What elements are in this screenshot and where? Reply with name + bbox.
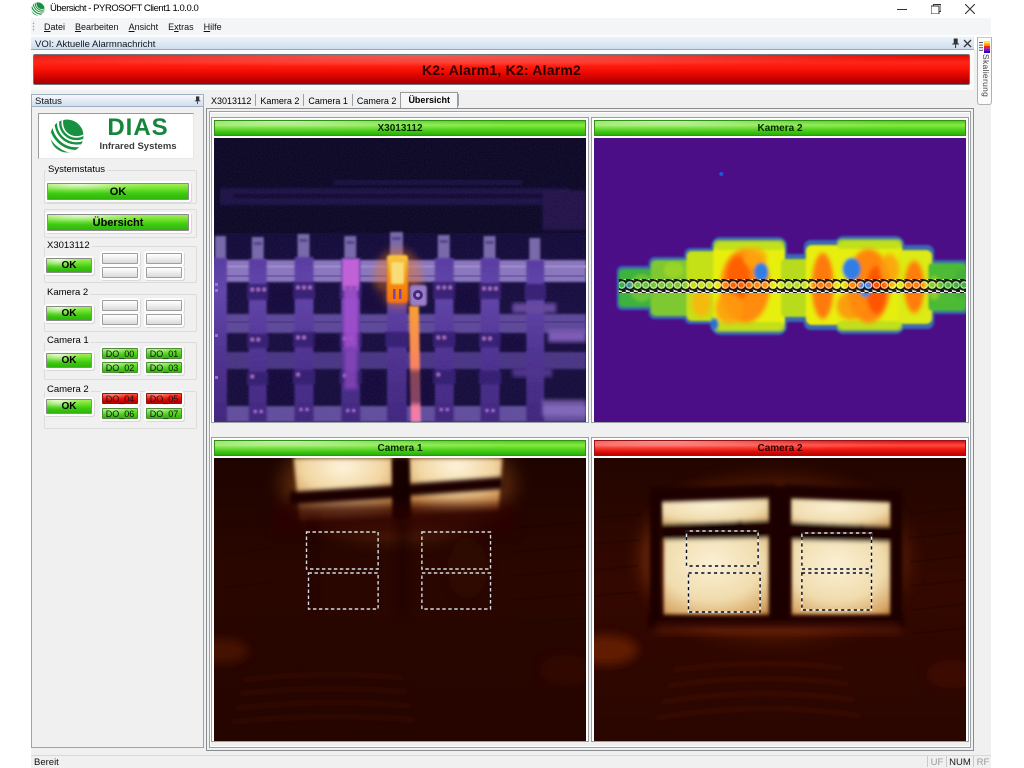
camera2-ok-label: OK (62, 401, 77, 412)
kamera2-ok-button[interactable]: OK (46, 306, 92, 321)
menu-bearbeiten[interactable]: Bearbeiten (70, 21, 124, 33)
dias-logo-text: DIAS (86, 115, 190, 141)
application-window: Übersicht - PYROSOFT Client1 1.0.0.0 Dat… (0, 0, 1024, 768)
minimize-button[interactable] (885, 0, 919, 18)
minimize-icon (897, 4, 907, 14)
camera-view-camera2-header: Camera 2 (594, 440, 966, 456)
camera-view-camera1-title: Camera 1 (377, 443, 422, 454)
thermal-image-camera2[interactable] (594, 458, 966, 741)
close-icon (965, 4, 975, 14)
tab-camera1[interactable]: Camera 1 (304, 94, 352, 108)
thermal-image-x3013112[interactable] (214, 138, 586, 422)
tab-x3013112[interactable]: X3013112 (207, 94, 255, 108)
tab-camera2[interactable]: Camera 2 (353, 94, 401, 108)
camera-view-camera1-header: Camera 1 (214, 440, 586, 456)
maximize-button[interactable] (919, 0, 953, 18)
menu-extras[interactable]: Extras (163, 21, 199, 33)
camera-view-camera2-title: Camera 2 (757, 443, 802, 454)
status-bar-ready: Bereit (34, 757, 59, 768)
kamera2-indicator-1[interactable] (146, 300, 182, 311)
pin-icon[interactable] (950, 38, 961, 49)
x3013112-indicator-3[interactable] (146, 267, 182, 278)
camera-view-x3013112: X3013112 (211, 117, 589, 423)
pin-icon[interactable] (193, 96, 202, 105)
voi-panel-title: VOI: Aktuelle Alarmnachricht (35, 39, 155, 50)
menu-datei[interactable]: Datei (39, 21, 70, 33)
camera-tab-strip: X3013112 Kamera 2 Camera 1 Camera 2 Über… (206, 90, 974, 108)
camera1-ok-button[interactable]: OK (46, 353, 92, 368)
alarm-message: K2: Alarm1, K2: Alarm2 (422, 62, 581, 78)
status-indicator-uf: UF (929, 757, 945, 768)
status-bar-separator (946, 756, 947, 767)
group-camera2-label: Camera 2 (45, 384, 91, 395)
camera-view-x3013112-header: X3013112 (214, 120, 586, 136)
status-panel-title: Status (35, 96, 62, 107)
status-indicator-num: NUM (948, 757, 972, 768)
camera-view-kamera2-title: Kamera 2 (757, 123, 802, 134)
camera2-do05[interactable]: DO_05 (146, 393, 182, 404)
camera2-do04[interactable]: DO_04 (102, 393, 138, 404)
menu-bar: Datei Bearbeiten Ansicht Extras Hilfe (31, 18, 991, 35)
x3013112-indicator-0[interactable] (102, 253, 138, 264)
camera-view-kamera2: Kamera 2 (591, 117, 969, 423)
tab-kamera2[interactable]: Kamera 2 (256, 94, 303, 108)
kamera2-indicator-3[interactable] (146, 314, 182, 325)
camera1-ok-label: OK (62, 355, 77, 366)
thermal-image-camera1[interactable] (214, 458, 586, 741)
palette-icon (979, 41, 990, 53)
group-systemstatus-label: Systemstatus (46, 164, 107, 175)
window-title: Übersicht - PYROSOFT Client1 1.0.0.0 (50, 3, 198, 14)
x3013112-indicator-2[interactable] (102, 267, 138, 278)
systemstatus-ok-button[interactable]: OK (47, 183, 189, 200)
camera1-do02[interactable]: DO_02 (102, 362, 138, 373)
group-camera1-label: Camera 1 (45, 335, 91, 346)
camera-view-kamera2-header: Kamera 2 (594, 120, 966, 136)
thermal-image-kamera2[interactable] (594, 138, 966, 422)
tab-uebersicht[interactable]: Übersicht (400, 92, 458, 108)
overview-button[interactable]: Übersicht (47, 214, 189, 231)
status-bar-separator (973, 756, 974, 767)
group-kamera2-label: Kamera 2 (45, 287, 90, 298)
menu-hilfe[interactable]: Hilfe (199, 21, 227, 33)
status-indicator-rf: RF (975, 757, 991, 768)
x3013112-ok-button[interactable]: OK (46, 258, 92, 273)
alarm-banner: K2: Alarm1, K2: Alarm2 (33, 54, 970, 85)
tab-separator (458, 94, 459, 106)
x3013112-ok-label: OK (62, 260, 77, 271)
app-logo-icon (31, 2, 45, 16)
group-x3013112-label: X3013112 (45, 240, 92, 251)
camera2-do07[interactable]: DO_07 (146, 408, 182, 419)
dias-logo-icon (50, 119, 84, 153)
menu-ansicht[interactable]: Ansicht (124, 21, 164, 33)
camera-view-x3013112-title: X3013112 (377, 123, 422, 134)
overview-button-label: Übersicht (93, 217, 144, 229)
kamera2-ok-label: OK (62, 308, 77, 319)
camera-view-camera1: Camera 1 (211, 437, 589, 742)
close-panel-icon[interactable] (962, 38, 973, 49)
dias-logo-subtitle: Infrared Systems (86, 141, 190, 152)
camera1-do01[interactable]: DO_01 (146, 348, 182, 359)
camera-view-camera2: Camera 2 (591, 437, 969, 742)
camera1-do03[interactable]: DO_03 (146, 362, 182, 373)
close-button[interactable] (953, 0, 987, 18)
kamera2-indicator-2[interactable] (102, 314, 138, 325)
status-bar-separator (927, 756, 928, 767)
voi-panel-caption (31, 36, 974, 50)
camera2-ok-button[interactable]: OK (46, 399, 92, 414)
status-bar (31, 755, 991, 768)
systemstatus-ok-label: OK (110, 186, 127, 198)
kamera2-indicator-0[interactable] (102, 300, 138, 311)
toolbar-grip[interactable] (32, 21, 37, 32)
x3013112-indicator-1[interactable] (146, 253, 182, 264)
camera1-do00[interactable]: DO_00 (102, 348, 138, 359)
side-tab-label: Skalierung (978, 54, 991, 103)
restore-icon (931, 4, 941, 14)
camera2-do06[interactable]: DO_06 (102, 408, 138, 419)
